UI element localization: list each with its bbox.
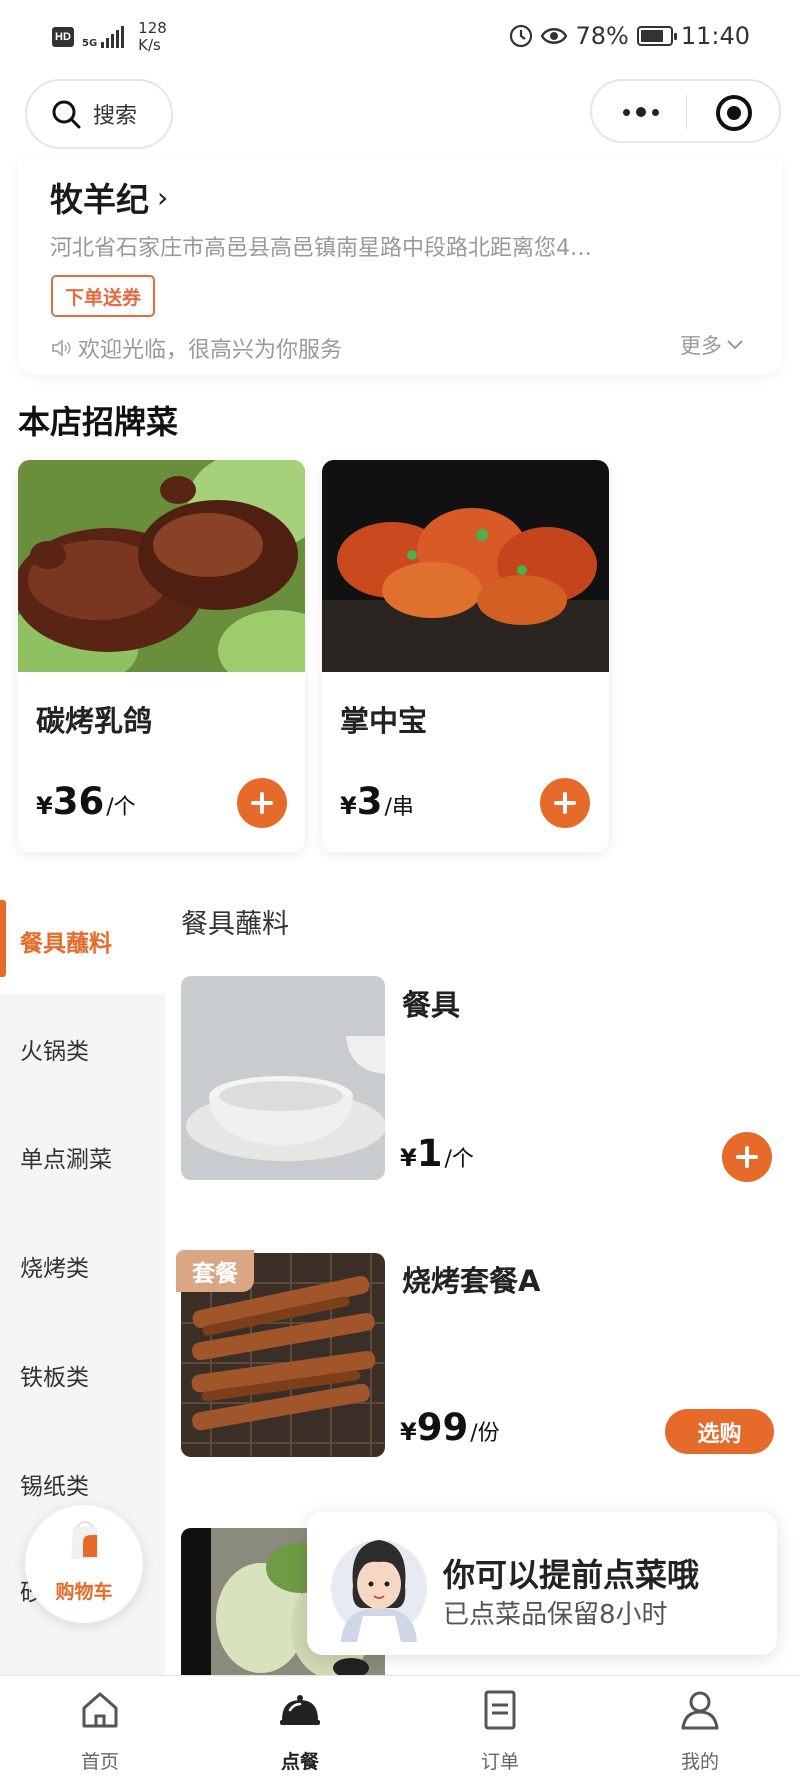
price-value: 3 [356,780,383,823]
price-value: 99 [416,1406,469,1449]
status-right: 78% 11:40 [509,22,750,50]
home-icon [82,1692,118,1728]
waitress-avatar [331,1540,427,1642]
network-type: 5G [82,38,98,49]
tab-profile[interactable]: 我的 [600,1676,800,1778]
item-name: 餐具 [402,988,461,1022]
shopping-bag-icon [71,1521,99,1559]
category-item-hotpot[interactable]: 火锅类 [20,1032,89,1066]
dish-name: 掌中宝 [340,704,428,738]
mini-program-capsule [590,79,781,143]
tab-label: 我的 [680,1751,719,1773]
dish-image-pigeon [18,460,305,672]
speed-unit: K/s [138,36,161,54]
cart-label: 购物车 [55,1581,113,1603]
tip-title: 你可以提前点菜哦 [443,1556,700,1594]
clock: 11:40 [680,22,750,50]
profile-icon [681,1691,719,1730]
price-unit: /个 [106,795,136,820]
coupon-tag[interactable]: 下单送券 [51,275,156,317]
welcome-text: 欢迎光临，很高兴为你服务 [78,338,343,363]
add-to-cart-button[interactable] [237,778,287,828]
chevron-right-icon: › [157,180,169,214]
more-button[interactable]: 更多 [680,330,744,360]
bottom-tab-bar: 首页 点餐 订单 我的 [0,1675,800,1778]
battery-percent: 78% [575,22,629,50]
currency-symbol: ¥ [36,792,53,820]
item-price: ¥ 1 /个 [400,1132,474,1175]
store-card: 牧羊纪 › 河北省石家庄市高邑县高邑镇南星路中段路北距离您4… 下单送券 欢迎光… [18,160,782,374]
order-icon [484,1690,516,1730]
category-item-bbq[interactable]: 烧烤类 [20,1249,89,1283]
dish-price: ¥ 3 /串 [340,780,414,823]
add-to-cart-button[interactable] [540,778,590,828]
category-item-utensils[interactable]: 餐具蘸料 [20,924,112,958]
add-to-cart-button[interactable] [722,1132,772,1182]
status-bar: HD 5G 128 K/s 78% 11:40 [0,0,800,76]
combo-badge: 套餐 [176,1250,254,1292]
category-item-griddle[interactable]: 铁板类 [20,1358,89,1392]
item-name: 烧烤套餐A [402,1264,541,1298]
welcome-notice: 欢迎光临，很高兴为你服务 [50,332,342,364]
price-unit: /串 [384,795,414,820]
capsule-divider [686,95,687,129]
currency-symbol: ¥ [400,1144,417,1172]
tab-orders[interactable]: 订单 [400,1676,600,1778]
tab-order-food[interactable]: 点餐 [200,1676,400,1778]
price-unit: /个 [444,1147,474,1172]
speed-value: 128 [138,19,167,37]
choose-button[interactable]: 选购 [665,1409,774,1454]
currency-symbol: ¥ [340,792,357,820]
tip-subtitle: 已点菜品保留8小时 [443,1600,668,1630]
price-unit: /份 [470,1421,500,1446]
category-item-single-veg[interactable]: 单点涮菜 [20,1140,112,1174]
network-speed: 128 K/s [138,20,167,54]
status-left: HD 5G 128 K/s [52,20,167,54]
battery-icon [636,26,677,46]
dish-price: ¥ 36 /个 [36,780,136,823]
currency-symbol: ¥ [400,1418,417,1446]
more-label: 更多 [680,334,722,358]
menu-section-title: 餐具蘸料 [181,909,289,940]
dish-name: 碳烤乳鸽 [36,704,153,738]
search-label: 搜索 [93,104,138,129]
tab-label: 首页 [80,1751,119,1773]
tab-label: 订单 [480,1751,519,1773]
dish-card-zhangzhongbao[interactable]: 掌中宝 ¥ 3 /串 [322,460,609,852]
store-address[interactable]: 河北省石家庄市高邑县高邑镇南星路中段路北距离您4… [50,230,670,262]
store-name-link[interactable]: 牧羊纪 › [50,173,168,221]
search-icon [52,100,81,129]
cart-button[interactable]: 购物车 [25,1505,143,1623]
preorder-tip-popup[interactable]: 你可以提前点菜哦 已点菜品保留8小时 [307,1512,777,1655]
hd-badge: HD [52,27,74,47]
eye-icon [541,28,568,44]
price-value: 36 [52,780,105,823]
signal-icon: 5G [82,26,125,49]
close-mini-program-icon[interactable] [716,95,752,131]
more-options-icon[interactable] [618,98,664,126]
cloche-icon [280,1695,320,1725]
item-image-utensils[interactable] [181,976,385,1180]
dish-image-zhangzhongbao [322,460,609,672]
chevron-down-icon [727,340,743,350]
price-value: 1 [416,1132,443,1175]
signature-section-title: 本店招牌菜 [18,403,179,441]
alarm-icon [510,24,533,48]
dish-card-pigeon[interactable]: 碳烤乳鸽 ¥ 36 /个 [18,460,305,852]
search-button[interactable]: 搜索 [25,79,173,149]
category-item-foil[interactable]: 锡纸类 [20,1467,89,1501]
speaker-icon [52,339,71,357]
tab-label: 点餐 [280,1751,319,1773]
item-price: ¥ 99 /份 [400,1406,500,1449]
store-name: 牧羊纪 [50,180,149,219]
tab-home[interactable]: 首页 [0,1676,200,1778]
